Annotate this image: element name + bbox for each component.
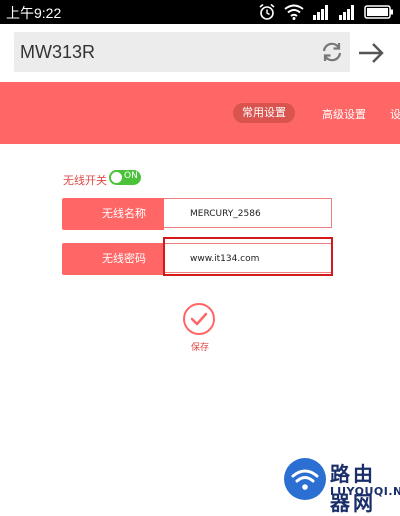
status-icons (258, 3, 394, 21)
url-text: MW313R (20, 42, 96, 62)
watermark-wifi-icon (291, 469, 319, 490)
signal-icon-2 (339, 5, 354, 20)
save-button[interactable] (183, 303, 215, 335)
toggle-knob (111, 172, 122, 183)
watermark-logo: 路由器网 LUYOUQI.NET (284, 458, 400, 515)
address-bar: MW313R (0, 24, 400, 82)
watermark-en-text: LUYOUQI.NET (330, 485, 400, 498)
battery-icon (364, 5, 393, 19)
signal-icon (313, 5, 328, 20)
password-highlight-box (163, 237, 333, 276)
ssid-input[interactable]: MERCURY_2586 (164, 198, 332, 228)
alarm-icon (259, 3, 275, 20)
go-arrow-icon[interactable] (356, 38, 386, 68)
ssid-row: 无线名称 MERCURY_2586 (62, 198, 332, 230)
url-field[interactable]: MW313R (14, 32, 350, 72)
ssid-label: 无线名称 (62, 198, 164, 230)
status-bar: 上午9:22 (0, 0, 400, 24)
refresh-icon[interactable] (320, 40, 344, 64)
status-time: 上午9:22 (6, 5, 62, 21)
wifi-icon (284, 4, 304, 20)
tab-common-settings[interactable]: 常用设置 (233, 103, 295, 123)
wireless-switch-label: 无线开关 (63, 174, 107, 187)
router-header: 常用设置 高级设置 设 (0, 82, 400, 144)
password-label: 无线密码 (62, 243, 164, 275)
toggle-state: ON (124, 171, 138, 181)
check-icon (190, 312, 208, 326)
watermark-wifi-badge (284, 458, 326, 500)
wireless-switch-toggle[interactable]: ON (109, 170, 141, 185)
save-label: 保存 (191, 343, 210, 353)
tab-advanced-settings[interactable]: 高级设置 (322, 106, 366, 122)
tab-device-partial[interactable]: 设 (390, 106, 400, 122)
